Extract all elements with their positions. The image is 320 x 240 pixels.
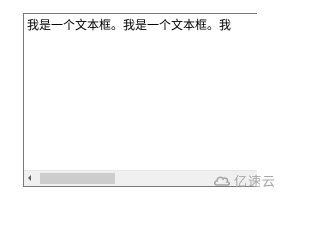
scroll-left-arrow-icon[interactable] [28,175,31,181]
watermark-logo: 亿速云 [213,171,276,190]
text-area[interactable]: 我是一个文本框。我是一个文本框。我 [23,13,257,187]
text-area-value: 我是一个文本框。我是一个文本框。我 [27,18,232,32]
scroll-thumb[interactable] [40,173,115,184]
cloud-logo-icon [213,174,231,188]
watermark-text: 亿速云 [234,175,277,190]
